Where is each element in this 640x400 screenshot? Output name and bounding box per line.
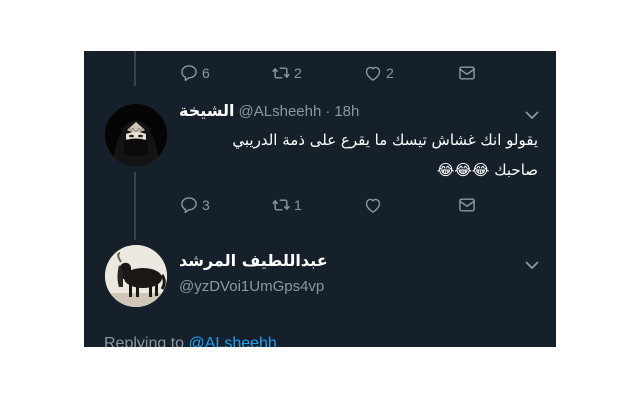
like-button[interactable]: 2 <box>363 63 394 83</box>
replying-to-label: Replying to <box>104 335 185 347</box>
tweet-text-line-2: صاحبك 😂😂😂 <box>198 155 538 185</box>
replying-to: Replying to @ALsheehh <box>104 335 277 347</box>
like-count: 2 <box>386 65 394 81</box>
separator: · <box>325 103 331 120</box>
veiled-woman-avatar-image <box>105 104 167 166</box>
like-button[interactable] <box>363 195 383 215</box>
reply-button[interactable]: 6 <box>179 63 210 83</box>
reply-button[interactable]: 3 <box>179 195 210 215</box>
tweet-text: يقولو انك غشاش تيسك ما يقرع على ذمة الدر… <box>198 125 538 185</box>
dm-button[interactable] <box>457 195 477 215</box>
dm-icon <box>459 66 475 80</box>
retweet-count: 2 <box>294 65 302 81</box>
retweet-count: 1 <box>294 197 302 213</box>
reply-account-handle[interactable]: @yzDVoi1UmGps4vp <box>179 278 324 295</box>
reply-account-menu-button[interactable] <box>524 257 540 273</box>
reply-icon <box>181 197 197 214</box>
tweet-actions-top: 6 2 2 <box>179 63 519 85</box>
tweet-thread: 6 2 2 الشيخة @ALsheehh · 18h يقولو انك غ… <box>84 51 556 347</box>
goat-avatar-image <box>105 245 167 307</box>
reply-account-handle-row: @yzDVoi1UmGps4vp <box>179 278 324 295</box>
tweet-menu-button[interactable] <box>524 107 540 123</box>
reply-account-name-row: عبداللطيف المرشد <box>179 251 328 270</box>
reply-count: 6 <box>202 65 210 81</box>
dm-icon <box>459 198 475 212</box>
avatar[interactable] <box>105 245 167 307</box>
reply-icon <box>181 65 197 82</box>
retweet-button[interactable]: 2 <box>271 63 302 83</box>
replying-to-mention[interactable]: @ALsheehh <box>189 335 277 347</box>
retweet-icon <box>272 67 290 79</box>
retweet-button[interactable]: 1 <box>271 195 302 215</box>
handle[interactable]: @ALsheehh <box>239 103 322 120</box>
like-icon <box>365 66 381 81</box>
display-name[interactable]: الشيخة <box>179 101 235 120</box>
laughing-emoji-icon: 😂😂😂 <box>436 161 490 179</box>
chevron-down-icon <box>525 261 539 269</box>
dm-button[interactable] <box>457 63 477 83</box>
tweet-text-word: صاحبك <box>494 161 538 179</box>
tweet-actions-main: 3 1 <box>179 195 519 217</box>
tweet-text-line-1: يقولو انك غشاش تيسك ما يقرع على ذمة الدر… <box>232 131 538 149</box>
tweet-time[interactable]: 18h <box>334 103 359 120</box>
thread-line-top <box>134 51 136 86</box>
like-icon <box>365 198 381 213</box>
reply-count: 3 <box>202 197 210 213</box>
avatar[interactable] <box>105 104 167 166</box>
tweet-header: الشيخة @ALsheehh · 18h <box>179 101 359 120</box>
reply-account-display-name[interactable]: عبداللطيف المرشد <box>179 251 328 270</box>
thread-line-middle <box>134 172 136 240</box>
chevron-down-icon <box>525 111 539 119</box>
retweet-icon <box>272 199 290 211</box>
